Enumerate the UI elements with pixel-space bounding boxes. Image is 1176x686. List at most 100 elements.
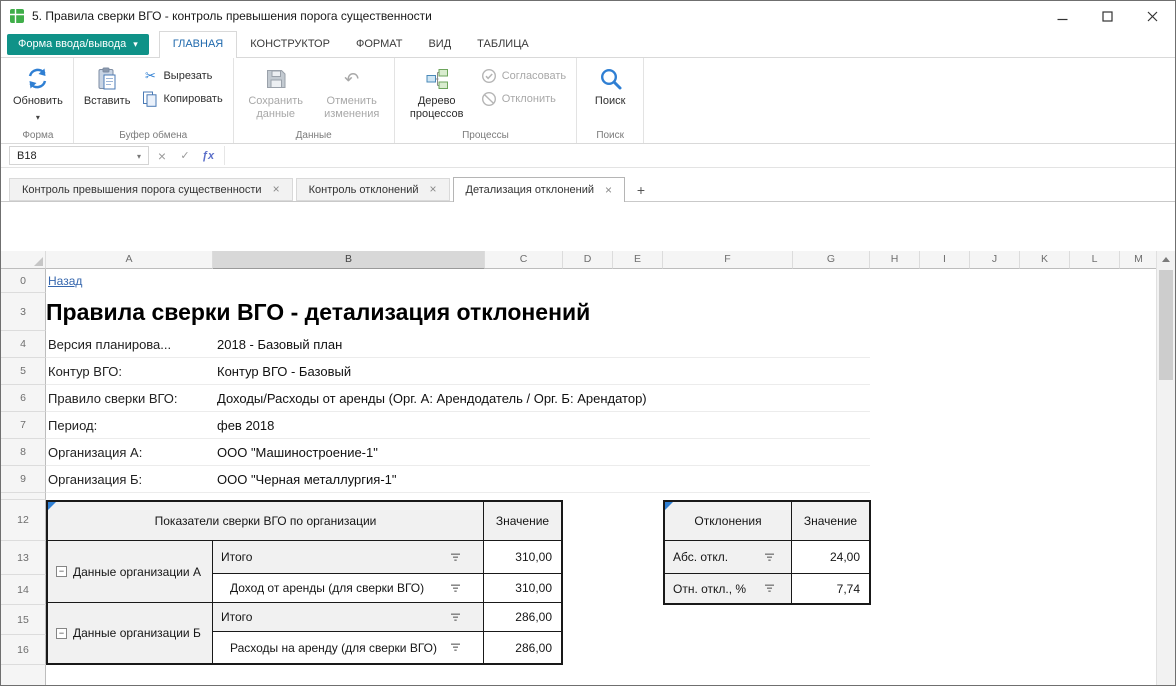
filter-icon[interactable] xyxy=(764,584,775,593)
column-header-b[interactable]: B xyxy=(213,251,485,269)
cancel-icon[interactable] xyxy=(152,146,172,165)
group-a-total-cell[interactable]: Итого xyxy=(213,541,484,574)
filter-icon[interactable] xyxy=(450,584,461,593)
paste-button[interactable]: Вставить xyxy=(78,61,137,110)
tab-main[interactable]: ГЛАВНАЯ xyxy=(159,31,237,58)
minimize-button[interactable] xyxy=(1040,1,1085,31)
rel-deviation-value-cell[interactable]: 7,74 xyxy=(792,574,869,603)
row-header[interactable]: 14 xyxy=(1,575,46,605)
sheet-tab-control[interactable]: Контроль превышения порога существенност… xyxy=(9,178,293,201)
collapse-icon[interactable] xyxy=(56,566,67,577)
spreadsheet: A B C D E F G H I J K L M 0 3 4 5 xyxy=(1,251,1158,685)
group-a-total-value-cell[interactable]: 310,00 xyxy=(484,541,561,574)
row-header[interactable]: 7 xyxy=(1,412,46,439)
filter-icon[interactable] xyxy=(450,613,461,622)
sheet-tab-deviation-details[interactable]: Детализация отклонений xyxy=(453,177,626,202)
filter-icon[interactable] xyxy=(764,553,775,562)
column-header-g[interactable]: G xyxy=(793,251,870,269)
column-header-m[interactable]: M xyxy=(1120,251,1158,269)
file-menu-button[interactable]: Форма ввода/вывода xyxy=(7,34,149,55)
row-header[interactable]: 8 xyxy=(1,439,46,466)
indicators-table-header-cell[interactable]: Показатели сверки ВГО по организации xyxy=(48,502,484,541)
row-header[interactable]: 0 xyxy=(1,269,46,293)
column-header-l[interactable]: L xyxy=(1070,251,1120,269)
row-header[interactable]: 5 xyxy=(1,358,46,385)
formula-input[interactable] xyxy=(224,146,1175,165)
column-header-f[interactable]: F xyxy=(663,251,793,269)
tab-view[interactable]: ВИД xyxy=(415,31,464,57)
group-a-detail-value-cell[interactable]: 310,00 xyxy=(484,574,561,603)
row-header[interactable]: 4 xyxy=(1,331,46,358)
row-header[interactable]: 13 xyxy=(1,541,46,575)
close-button[interactable] xyxy=(1130,1,1175,31)
group-b-total-value-cell[interactable]: 286,00 xyxy=(484,603,561,632)
column-header-a[interactable]: A xyxy=(46,251,213,269)
tab-close-icon[interactable] xyxy=(430,183,437,196)
row-header[interactable]: 3 xyxy=(1,293,46,331)
add-sheet-button[interactable] xyxy=(628,178,654,201)
scrollbar-thumb[interactable] xyxy=(1159,270,1173,380)
process-tree-button[interactable]: Дерево процессов xyxy=(399,61,475,122)
scroll-up-button[interactable] xyxy=(1157,251,1175,268)
copy-icon xyxy=(142,91,158,107)
abs-deviation-value-cell[interactable]: 24,00 xyxy=(792,541,869,574)
row-header[interactable]: 6 xyxy=(1,385,46,412)
chevron-down-icon[interactable] xyxy=(137,150,141,162)
select-all-corner[interactable] xyxy=(1,251,46,269)
info-label: Организация А: xyxy=(46,445,213,460)
group-b-detail-cell[interactable]: Расходы на аренду (для сверки ВГО) xyxy=(213,632,484,663)
copy-button[interactable]: Копировать xyxy=(136,88,228,109)
vertical-scrollbar[interactable] xyxy=(1156,251,1175,685)
group-a-cell[interactable]: Данные организации А xyxy=(48,541,213,603)
column-header-j[interactable]: J xyxy=(970,251,1020,269)
filter-icon[interactable] xyxy=(450,553,461,562)
approve-button[interactable]: Согласовать xyxy=(475,65,572,86)
confirm-icon[interactable] xyxy=(175,146,195,165)
tab-constructor[interactable]: КОНСТРУКТОР xyxy=(237,31,343,57)
group-a-detail-cell[interactable]: Доход от аренды (для сверки ВГО) xyxy=(213,574,484,603)
row-header[interactable]: 12 xyxy=(1,500,46,541)
sheet-tab-deviations[interactable]: Контроль отклонений xyxy=(296,178,450,201)
cut-button[interactable]: Вырезать xyxy=(136,65,228,86)
row-header-collapsed[interactable] xyxy=(1,493,46,500)
column-header-h[interactable]: H xyxy=(870,251,920,269)
scissors-icon xyxy=(142,68,158,84)
row-header[interactable]: 15 xyxy=(1,605,46,635)
collapse-icon[interactable] xyxy=(56,628,67,639)
value-header-cell[interactable]: Значение xyxy=(792,502,869,541)
group-b-total-cell[interactable]: Итого xyxy=(213,603,484,632)
refresh-button[interactable]: Обновить xyxy=(7,61,69,125)
tab-format[interactable]: ФОРМАТ xyxy=(343,31,416,57)
row-header[interactable]: 16 xyxy=(1,635,46,665)
process-tree-icon xyxy=(425,65,449,92)
function-wizard-icon[interactable] xyxy=(198,146,218,165)
filter-icon[interactable] xyxy=(450,643,461,652)
back-link[interactable]: Назад xyxy=(48,274,82,288)
tab-close-icon[interactable] xyxy=(605,184,612,197)
info-label: Организация Б: xyxy=(46,472,213,487)
group-b-cell[interactable]: Данные организации Б xyxy=(48,603,213,663)
save-data-button[interactable]: Сохранить данные xyxy=(238,61,314,122)
cell-name-box[interactable]: B18 xyxy=(9,146,149,165)
group-b-detail-value-cell[interactable]: 286,00 xyxy=(484,632,561,663)
window-title: 5. Правила сверки ВГО - контроль превыше… xyxy=(32,9,432,23)
row-header[interactable] xyxy=(1,665,46,685)
undo-changes-button[interactable]: Отменить изменения xyxy=(314,61,390,122)
tab-close-icon[interactable] xyxy=(273,183,280,196)
search-button[interactable]: Поиск xyxy=(581,61,639,110)
column-header-c[interactable]: C xyxy=(485,251,563,269)
deviations-header-cell[interactable]: Отклонения xyxy=(665,502,792,541)
maximize-button[interactable] xyxy=(1085,1,1130,31)
sheet-tab-label: Детализация отклонений xyxy=(466,184,594,196)
value-header-cell[interactable]: Значение xyxy=(484,502,561,541)
column-header-e[interactable]: E xyxy=(613,251,663,269)
sheet-canvas: A B C D E F G H I J K L M 0 3 4 5 xyxy=(1,202,1175,685)
tab-table[interactable]: ТАБЛИЦА xyxy=(464,31,542,57)
column-header-i[interactable]: I xyxy=(920,251,970,269)
decline-button[interactable]: Отклонить xyxy=(475,88,572,109)
column-header-k[interactable]: K xyxy=(1020,251,1070,269)
abs-deviation-cell[interactable]: Абс. откл. xyxy=(665,541,792,574)
rel-deviation-cell[interactable]: Отн. откл., % xyxy=(665,574,792,603)
row-header[interactable]: 9 xyxy=(1,466,46,493)
column-header-d[interactable]: D xyxy=(563,251,613,269)
